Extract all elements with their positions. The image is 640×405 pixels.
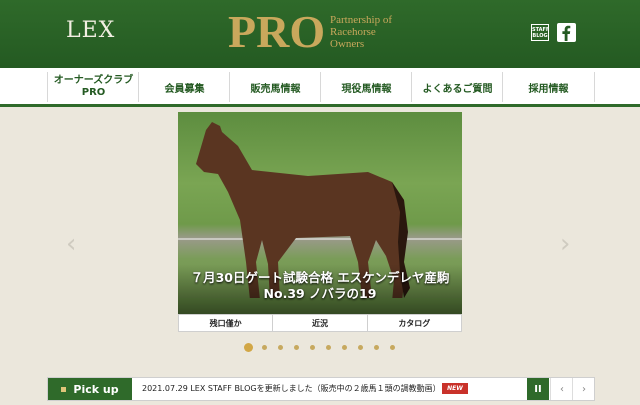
nav-faq[interactable]: よくあるご質問 (411, 72, 503, 102)
slide-dot[interactable] (326, 344, 331, 350)
recent-news-link[interactable]: 近況 (272, 315, 366, 331)
tagline-line: Owners (330, 38, 365, 50)
site-header: LEX PRO Partnership of Racehorse Owners … (0, 0, 640, 68)
nav-sublabel: PRO (81, 87, 106, 98)
pro-logo[interactable]: PRO (228, 8, 325, 56)
remaining-shares-link[interactable]: 残口僅か (179, 315, 272, 331)
slide-links: 残口僅か 近況 カタログ (178, 314, 462, 332)
facebook-icon[interactable] (557, 23, 576, 42)
slide-dot[interactable] (390, 344, 395, 350)
prev-news-button[interactable]: ‹ (550, 378, 573, 400)
pickup-label-text: Pick up (73, 382, 119, 396)
slide-dot[interactable] (278, 344, 283, 350)
caption-line-1: ７月30日ゲート試験合格 エスケンデレヤ産駒 (190, 270, 450, 285)
pro-tagline: Partnership of Racehorse Owners (330, 14, 392, 50)
slide-pagination (244, 342, 406, 352)
nav-membership[interactable]: 会員募集 (138, 72, 230, 102)
slide-dot[interactable] (244, 342, 253, 352)
nav-recruitment[interactable]: 採用情報 (502, 72, 595, 102)
slide-prev-arrow[interactable]: ‹ (66, 231, 80, 257)
next-news-button[interactable]: › (572, 378, 595, 400)
slide-caption: ７月30日ゲート試験合格 エスケンデレヤ産駒 No.39 ノバラの19 (178, 264, 462, 316)
pickup-news-link[interactable]: 2021.07.29 LEX STAFF BLOGを更新しました（販売中の２歳馬… (142, 383, 441, 394)
pickup-bar: Pick up 2021.07.29 LEX STAFF BLOGを更新しました… (47, 377, 595, 401)
slide-dot[interactable] (342, 344, 347, 350)
slide-dot[interactable] (374, 344, 379, 350)
slide-dot[interactable] (262, 344, 267, 350)
caption-line-2: No.39 ノバラの19 (263, 286, 377, 301)
lex-logo[interactable]: LEX (66, 18, 115, 43)
nav-owners-club[interactable]: オーナーズクラブ PRO (47, 72, 139, 102)
tagline-line: Racehorse (330, 26, 376, 38)
pause-button[interactable]: II (527, 378, 549, 400)
catalog-link[interactable]: カタログ (366, 315, 461, 331)
slide-dot[interactable] (294, 344, 299, 350)
nav-label: オーナーズクラブ (53, 75, 134, 86)
pickup-square-icon (61, 386, 67, 392)
main-nav: オーナーズクラブ PRO 会員募集 販売馬情報 現役馬情報 よくあるご質問 採用… (0, 68, 640, 107)
staff-blog-link[interactable]: STAFF BLOG (531, 24, 549, 41)
slide-next-arrow[interactable]: › (560, 231, 574, 257)
nav-horses-for-sale[interactable]: 販売馬情報 (229, 72, 321, 102)
nav-active-horses[interactable]: 現役馬情報 (320, 72, 412, 102)
slide-dot[interactable] (310, 344, 315, 350)
slide-dot[interactable] (358, 344, 363, 350)
new-badge: NEW (442, 383, 468, 394)
horse-photo[interactable]: ７月30日ゲート試験合格 エスケンデレヤ産駒 No.39 ノバラの19 (178, 112, 462, 316)
tagline-line: Partnership of (330, 14, 393, 26)
pickup-label: Pick up (48, 378, 132, 400)
